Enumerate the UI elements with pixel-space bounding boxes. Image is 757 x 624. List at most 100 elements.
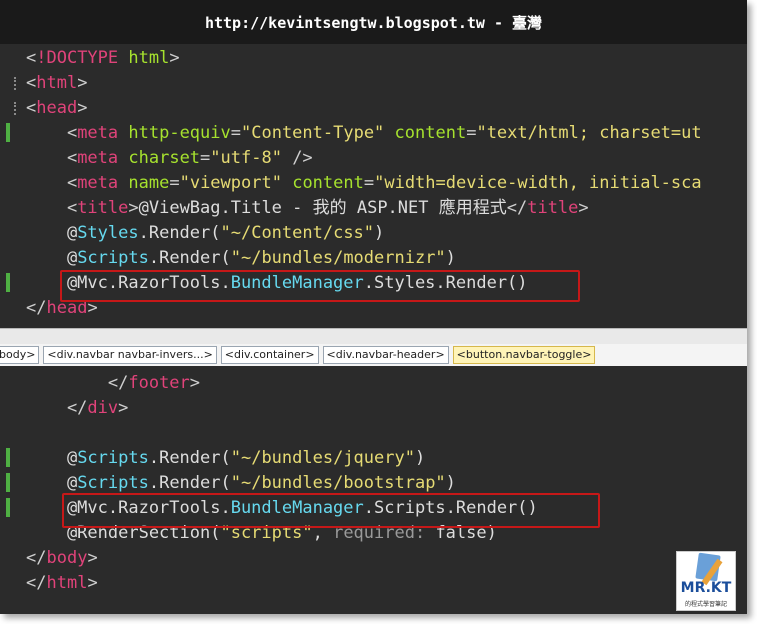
code-line[interactable]: </html>	[0, 571, 747, 596]
code-token: >	[169, 48, 180, 68]
code-token: >	[578, 198, 589, 218]
code-token: =	[230, 123, 241, 143]
code-token: =	[363, 173, 375, 193]
code-token: Scripts	[77, 473, 149, 493]
code-token: .Render(	[148, 473, 231, 493]
code-token: "text/html; charset=ut	[476, 123, 702, 143]
code-text: </div>	[26, 396, 128, 421]
code-pane-head[interactable]: </head> @Mvc.RazorTools.BundleManager.St…	[0, 44, 747, 328]
code-text: @Scripts.Render("~/bundles/jquery")	[26, 446, 425, 471]
code-line[interactable]: <meta name="viewport" content="width=dev…	[0, 171, 747, 196]
code-token: <	[26, 98, 37, 118]
code-text: </footer>	[26, 371, 200, 396]
code-token: "width=device-width, initial-sca	[374, 173, 702, 193]
code-line[interactable]: <!DOCTYPE html>	[0, 46, 747, 71]
code-token: title	[527, 198, 579, 218]
code-token: <	[26, 48, 37, 68]
code-token: </	[26, 373, 129, 393]
code-token: html	[46, 573, 88, 593]
code-token: Scripts	[77, 448, 149, 468]
code-text: <html>	[26, 71, 87, 96]
breadcrumb-item[interactable]: <div.container>	[220, 346, 319, 364]
code-token: meta	[77, 148, 119, 168]
code-token: >	[118, 398, 129, 418]
code-token: >	[87, 548, 98, 568]
code-token: =	[200, 148, 211, 168]
code-token: </	[26, 298, 47, 318]
code-token: footer	[128, 373, 190, 393]
change-marker	[6, 473, 10, 492]
code-line[interactable]: @Scripts.Render("~/bundles/modernizr")	[0, 246, 747, 271]
code-token: />	[281, 148, 313, 168]
code-token: @	[26, 223, 78, 243]
code-token: @	[26, 473, 78, 493]
code-line[interactable]: </div>	[0, 396, 747, 421]
code-text: <meta name="viewport" content="width=dev…	[26, 171, 702, 196]
breadcrumb-item[interactable]: <div.navbar navbar-invers...>	[43, 346, 217, 364]
code-token: </	[26, 398, 88, 418]
code-line[interactable]: <html>	[0, 71, 747, 96]
code-token: .Render(	[148, 448, 231, 468]
code-line[interactable]: <meta charset="utf-8" />	[0, 146, 747, 171]
code-text: </html>	[26, 571, 98, 596]
code-token: Scripts	[77, 248, 149, 268]
breadcrumb-item[interactable]: <button.navbar-toggle>	[452, 346, 596, 364]
change-marker	[6, 448, 10, 467]
code-token: "~/bundles/bootstrap"	[230, 473, 446, 493]
logo-brand: MR.KT	[680, 580, 732, 596]
code-token: "utf-8"	[210, 148, 282, 168]
code-line[interactable]	[0, 421, 747, 446]
code-token: =	[169, 173, 180, 193]
code-line[interactable]: </body>	[0, 546, 747, 571]
breadcrumb-item[interactable]: <div.navbar-header>	[322, 346, 449, 364]
code-token: head	[36, 98, 78, 118]
fold-marker[interactable]	[14, 77, 20, 90]
code-text: <title>@ViewBag.Title - 我的 ASP.NET 應用程式<…	[26, 196, 589, 221]
code-token: @	[26, 248, 78, 268]
code-line[interactable]: @Scripts.Render("~/bundles/jquery")	[0, 446, 747, 471]
screenshot-frame: http://kevintsengtw.blogspot.tw - 臺灣 </h…	[0, 0, 747, 614]
code-token: >	[128, 198, 139, 218]
code-token: )	[374, 223, 385, 243]
code-token: "~/bundles/modernizr"	[230, 248, 446, 268]
code-line[interactable]: @Styles.Render("~/Content/css")	[0, 221, 747, 246]
code-line[interactable]: <head>	[0, 96, 747, 121]
code-token: name	[128, 173, 170, 193]
code-text: @Styles.Render("~/Content/css")	[26, 221, 384, 246]
logo-tagline: 的程式學習筆記	[684, 601, 727, 608]
code-token: <	[26, 73, 37, 93]
code-token: "~/Content/css"	[220, 223, 375, 243]
code-token: !DOCTYPE	[36, 48, 119, 68]
code-token: @ViewBag.Title - 我的 ASP.NET 應用程式	[138, 198, 507, 218]
code-token: )	[445, 248, 456, 268]
code-token: div	[87, 398, 119, 418]
code-token: Styles	[77, 223, 139, 243]
highlight-styles-render	[60, 270, 580, 302]
change-marker	[6, 123, 10, 142]
code-token: <	[26, 198, 78, 218]
code-token: html	[36, 73, 78, 93]
code-token: html	[128, 48, 170, 68]
code-token: body	[46, 548, 88, 568]
code-token: .Render(	[138, 223, 221, 243]
code-pane-body[interactable]: </html> </body> @RenderSection("scripts",…	[0, 366, 747, 614]
code-token: meta	[77, 173, 119, 193]
code-line[interactable]: </footer>	[0, 371, 747, 396]
change-marker	[6, 498, 10, 517]
code-line[interactable]: <title>@ViewBag.Title - 我的 ASP.NET 應用程式<…	[0, 196, 747, 221]
code-token: </	[26, 548, 47, 568]
code-token: <	[26, 173, 78, 193]
fold-marker[interactable]	[14, 102, 20, 115]
code-token: .Render(	[148, 248, 231, 268]
code-line[interactable]: <meta http-equiv="Content-Type" content=…	[0, 121, 747, 146]
code-text: <meta charset="utf-8" />	[26, 146, 313, 171]
breadcrumb-item[interactable]: body>	[0, 346, 40, 364]
change-marker	[6, 273, 10, 292]
code-token: "~/bundles/jquery"	[230, 448, 415, 468]
code-text: <meta http-equiv="Content-Type" content=…	[26, 121, 702, 146]
code-token: <	[26, 148, 78, 168]
code-token: content	[292, 173, 364, 193]
